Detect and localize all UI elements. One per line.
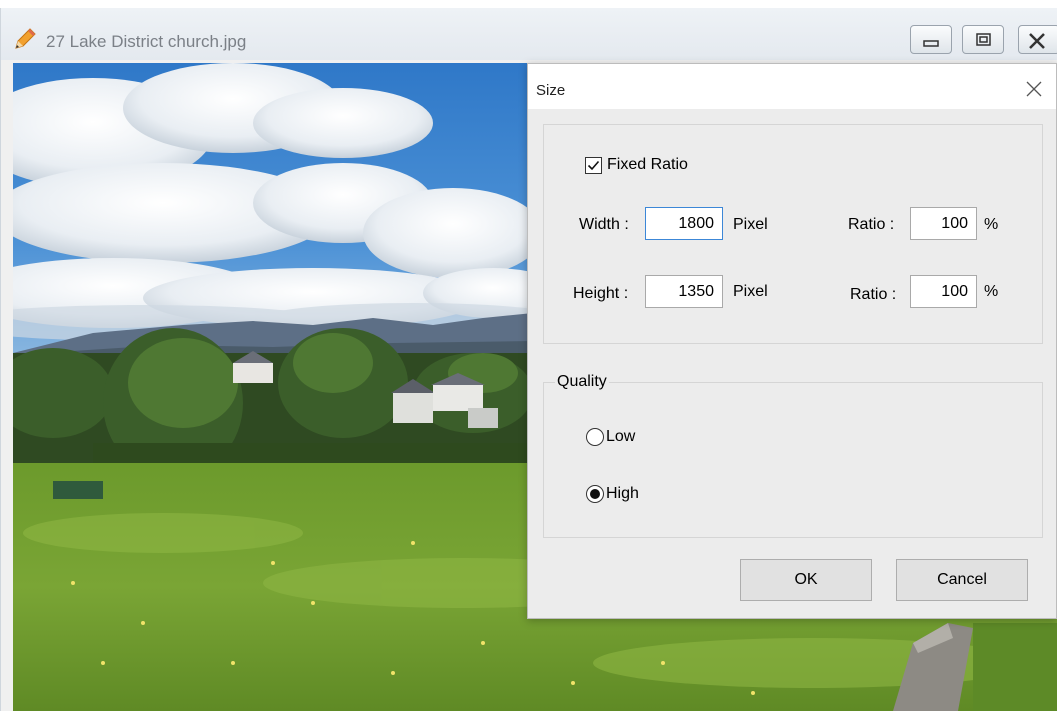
minimize-button[interactable] <box>910 25 952 54</box>
quality-legend: Quality <box>555 373 609 391</box>
height-ratio-label: Ratio : <box>850 286 897 303</box>
ok-button[interactable]: OK <box>740 559 872 601</box>
quality-high-radio[interactable] <box>586 485 604 503</box>
height-label: Height : <box>573 285 629 302</box>
quality-group <box>543 382 1043 538</box>
dialog-titlebar[interactable]: Size <box>528 64 1056 109</box>
quality-high-label: High <box>606 485 639 502</box>
fixed-ratio-checkbox[interactable] <box>585 157 602 174</box>
width-ratio-unit: % <box>984 216 999 233</box>
pencil-icon <box>15 28 36 49</box>
fixed-ratio-label: Fixed Ratio <box>607 156 688 173</box>
dialog-title: Size <box>536 82 566 99</box>
size-dialog: Size Fixed Ratio Width : Pixel Ratio : %… <box>527 63 1057 619</box>
height-input[interactable] <box>645 275 723 308</box>
maximize-icon <box>976 33 991 46</box>
width-ratio-input[interactable] <box>910 207 977 240</box>
close-button[interactable] <box>1018 25 1057 54</box>
height-unit-label: Pixel <box>733 283 768 300</box>
height-ratio-input[interactable] <box>910 275 977 308</box>
cancel-button[interactable]: Cancel <box>896 559 1028 601</box>
radio-selected-dot <box>590 489 600 499</box>
window-titlebar[interactable]: 27 Lake District church.jpg <box>1 8 1057 60</box>
checkmark-icon <box>587 160 600 171</box>
window-title: 27 Lake District church.jpg <box>46 32 247 51</box>
dialog-close-icon[interactable] <box>1022 77 1046 101</box>
height-ratio-unit: % <box>984 283 999 300</box>
width-input[interactable] <box>645 207 723 240</box>
minimize-icon <box>923 40 939 47</box>
quality-low-radio[interactable] <box>586 428 604 446</box>
width-unit-label: Pixel <box>733 216 768 233</box>
quality-low-label: Low <box>606 428 636 445</box>
maximize-button[interactable] <box>962 25 1004 54</box>
width-ratio-label: Ratio : <box>848 216 895 233</box>
width-label: Width : <box>579 216 629 233</box>
close-icon <box>1029 33 1045 49</box>
